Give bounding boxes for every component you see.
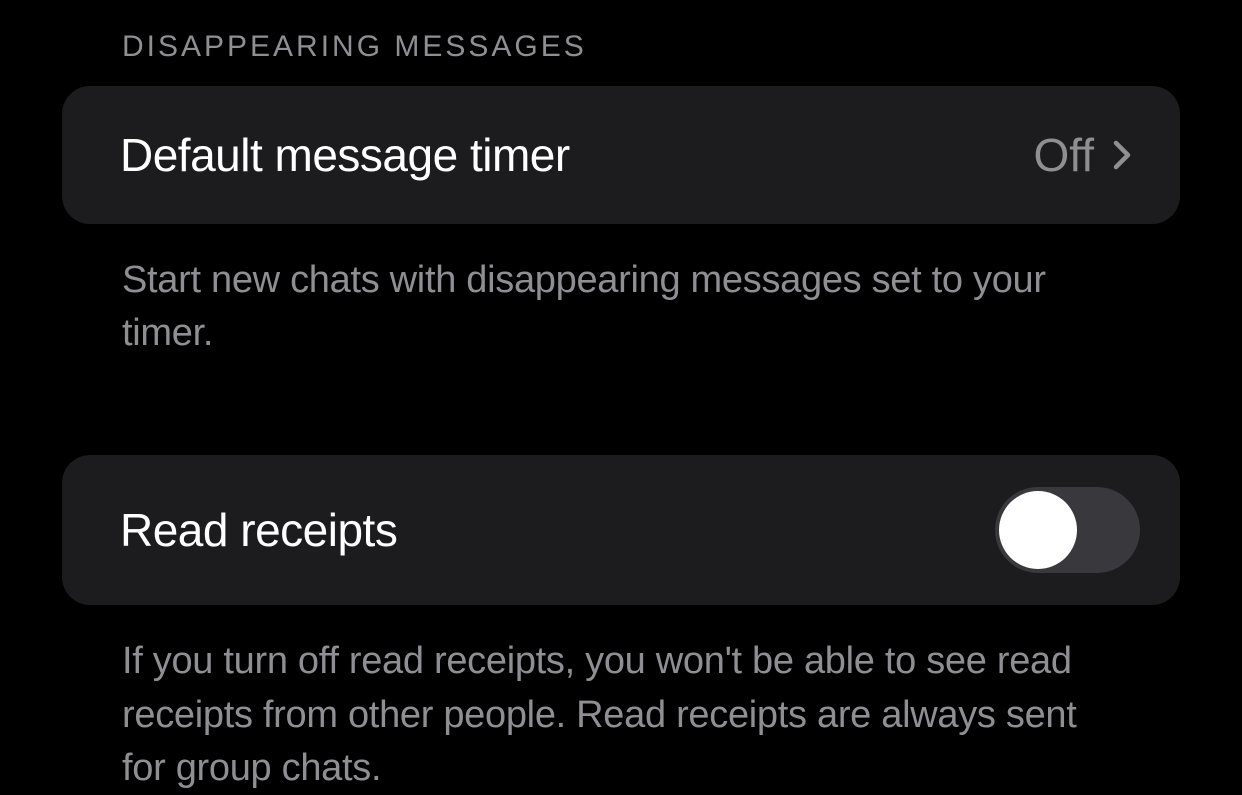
- read-receipts-description: If you turn off read receipts, you won't…: [62, 605, 1180, 795]
- read-receipts-row: Read receipts: [62, 455, 1180, 605]
- read-receipts-toggle[interactable]: [995, 487, 1140, 573]
- chevron-right-icon: [1112, 137, 1132, 173]
- default-message-timer-value: Off: [1033, 128, 1094, 182]
- toggle-knob: [999, 491, 1077, 569]
- disappearing-messages-description: Start new chats with disappearing messag…: [62, 224, 1180, 360]
- section-spacer: [62, 360, 1180, 455]
- read-receipts-label: Read receipts: [120, 503, 397, 557]
- section-header-disappearing-messages: DISAPPEARING MESSAGES: [62, 30, 1180, 64]
- default-message-timer-value-container: Off: [1033, 128, 1132, 182]
- default-message-timer-row[interactable]: Default message timer Off: [62, 86, 1180, 224]
- settings-container: DISAPPEARING MESSAGES Default message ti…: [0, 0, 1242, 795]
- default-message-timer-label: Default message timer: [120, 128, 570, 182]
